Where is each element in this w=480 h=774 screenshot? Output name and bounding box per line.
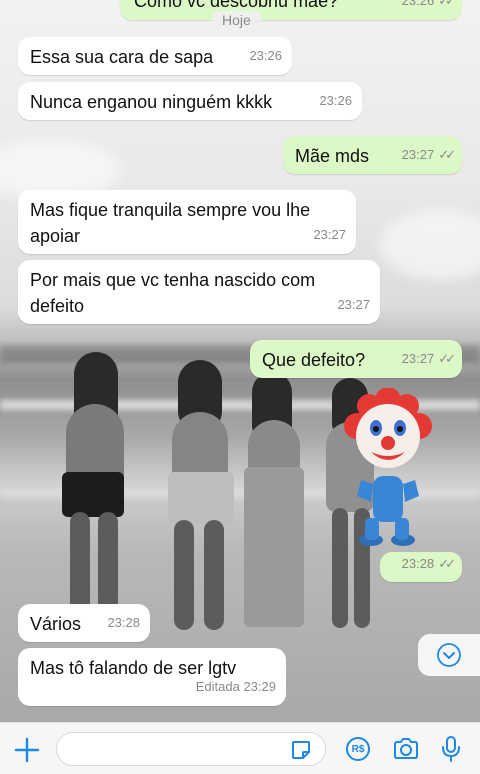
message-meta: Editada 23:29 (196, 674, 276, 700)
scroll-to-bottom-button[interactable] (418, 634, 480, 676)
message-composer: R$ (0, 722, 480, 774)
message-bubble-incoming[interactable]: Vários 23:28 (18, 604, 150, 642)
message-time: 23:28 (401, 556, 435, 571)
clown-sticker[interactable] (343, 387, 433, 550)
message-meta: 23:26 ✓✓ (401, 0, 456, 14)
read-ticks-icon: ✓✓ (438, 556, 456, 571)
message-time: 23:27 (313, 227, 346, 242)
sticker-icon (292, 741, 310, 759)
read-ticks-icon: ✓✓ (438, 351, 456, 366)
message-meta: 23:27 ✓✓ (401, 142, 456, 168)
photo-figure (160, 360, 250, 640)
message-bubble-outgoing[interactable]: Que defeito? 23:27 ✓✓ (250, 340, 462, 378)
photo-figure (238, 372, 318, 642)
message-time: 23:27 (401, 351, 435, 366)
message-bubble-incoming[interactable]: Nunca enganou ninguém kkkk 23:26 (18, 82, 362, 120)
read-ticks-icon: ✓✓ (438, 147, 456, 162)
date-divider: Hoje (212, 11, 261, 29)
message-text: Essa sua cara de sapa (30, 47, 214, 67)
message-text-line: Por mais que vc tenha nascido com (30, 270, 316, 290)
message-input-field[interactable] (56, 732, 326, 766)
photo-figure (38, 352, 148, 632)
message-text: Nunca enganou ninguém kkkk (30, 92, 273, 112)
message-bubble-incoming[interactable]: Essa sua cara de sapa 23:26 (18, 37, 292, 75)
read-ticks-icon: ✓✓ (438, 0, 456, 8)
message-input[interactable] (71, 739, 281, 761)
payments-button[interactable]: R$ (343, 734, 373, 764)
message-text: Mãe mds (295, 146, 370, 166)
message-text: Vários (30, 614, 82, 634)
message-text-line: apoiar (30, 226, 81, 246)
message-bubble-outgoing[interactable]: Como vc descobriu mãe? 23:26 ✓✓ (120, 0, 462, 20)
message-bubble-outgoing[interactable]: Mãe mds 23:27 ✓✓ (283, 136, 462, 174)
message-text: Que defeito? (262, 350, 366, 370)
message-bubble-incoming[interactable]: Mas tô falando de ser lgtv Editada 23:29 (18, 648, 286, 706)
sticker-button[interactable] (289, 738, 313, 762)
message-time: 23:26 (249, 48, 282, 63)
message-bubble-incoming[interactable]: Mas fique tranquila sempre vou lhe apoia… (18, 190, 356, 254)
sticker-time-chip: 23:28 ✓✓ (380, 552, 462, 582)
chevron-down-icon (437, 643, 461, 667)
payments-label: R$ (351, 743, 365, 755)
message-time: 23:28 (107, 615, 140, 630)
message-text-line: defeito (30, 296, 85, 316)
message-time: 23:27 (337, 297, 370, 312)
attach-button[interactable] (12, 735, 42, 765)
camera-button[interactable] (390, 734, 422, 764)
message-meta: 23:28 ✓✓ (401, 551, 456, 577)
message-time: 23:26 (401, 0, 435, 8)
voice-message-button[interactable] (437, 733, 465, 765)
message-time: 23:29 (243, 679, 276, 694)
camera-icon (394, 738, 418, 759)
microphone-icon (442, 736, 460, 762)
rs-payment-icon: R$ (346, 737, 370, 761)
message-meta: 23:27 ✓✓ (401, 346, 456, 372)
message-time: 23:27 (401, 147, 435, 162)
plus-icon (14, 737, 40, 763)
edited-label: Editada (195, 679, 240, 694)
message-bubble-incoming[interactable]: Por mais que vc tenha nascido com defeit… (18, 260, 380, 324)
message-time: 23:26 (319, 93, 352, 108)
message-text-line: Mas fique tranquila sempre vou lhe (30, 200, 311, 220)
